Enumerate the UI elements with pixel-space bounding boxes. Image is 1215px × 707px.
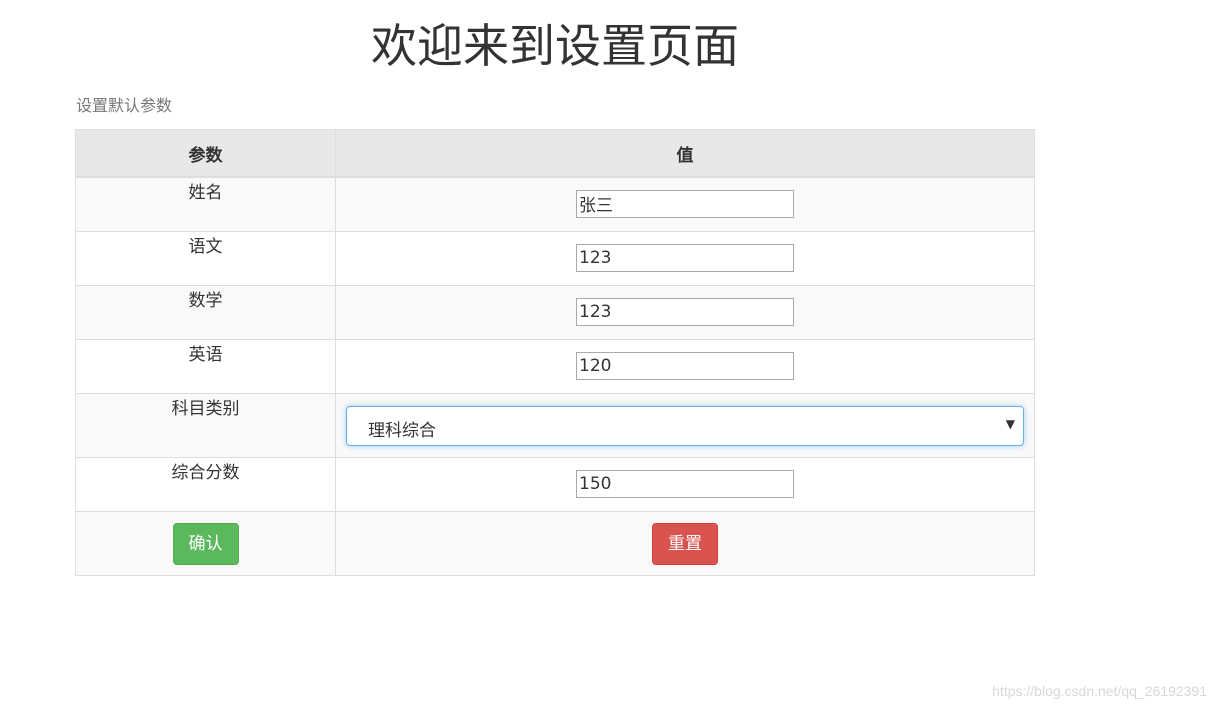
label-subject-category: 科目类别 — [75, 393, 336, 458]
table-row-chinese: 语文 — [75, 231, 1035, 286]
label-math: 数学 — [75, 285, 336, 340]
table-row-english: 英语 — [75, 339, 1035, 394]
label-chinese: 语文 — [75, 231, 336, 286]
header-param: 参数 — [75, 129, 336, 178]
chinese-score-input[interactable] — [576, 243, 794, 272]
watermark: https://blog.csdn.net/qq_26192391 — [992, 683, 1207, 699]
label-composite-score: 综合分数 — [75, 457, 336, 512]
composite-score-input[interactable] — [576, 469, 794, 498]
table-caption: 设置默认参数 — [76, 96, 173, 115]
math-score-input[interactable] — [576, 297, 794, 326]
name-input[interactable] — [576, 189, 794, 218]
table-row-math: 数学 — [75, 285, 1035, 340]
english-score-input[interactable] — [576, 351, 794, 380]
page-title: 欢迎来到设置页面 — [371, 19, 739, 73]
label-english: 英语 — [75, 339, 336, 394]
label-name: 姓名 — [75, 176, 336, 232]
confirm-button[interactable]: 确认 — [172, 522, 239, 565]
header-value: 值 — [335, 129, 1035, 178]
reset-button[interactable]: 重置 — [652, 522, 718, 565]
subject-category-selected: 理科综合 — [368, 420, 436, 441]
table-row-actions: 确认 重置 — [75, 511, 1035, 576]
subject-category-select[interactable]: 理科综合 ▼ — [346, 405, 1024, 446]
table-row-composite-score: 综合分数 — [75, 457, 1035, 512]
table-row-subject-category: 科目类别 理科综合 ▼ — [75, 393, 1035, 458]
table-row-name: 姓名 — [75, 176, 1035, 232]
table-header-row: 参数 值 — [75, 129, 1035, 178]
dropdown-arrow-icon: ▼ — [1005, 416, 1015, 431]
settings-table: 参数 值 姓名 语文 数学 英语 — [75, 129, 1035, 576]
